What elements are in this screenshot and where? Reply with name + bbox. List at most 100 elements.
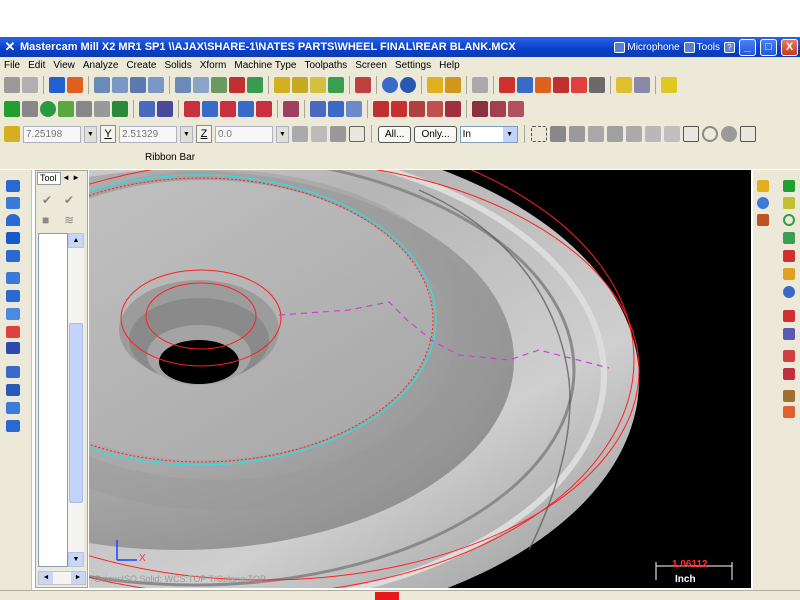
break-icon[interactable] xyxy=(310,101,326,117)
verify-icon[interactable] xyxy=(499,77,515,93)
hatch-icon[interactable] xyxy=(445,101,461,117)
z-dropdown-arrow[interactable]: ▼ xyxy=(276,125,289,143)
toolpath-icon[interactable] xyxy=(571,77,587,93)
measure-icon[interactable] xyxy=(783,390,795,402)
scroll-thumb[interactable] xyxy=(69,323,83,503)
check-icon[interactable]: ✔ xyxy=(42,193,56,207)
solid-select-icon[interactable] xyxy=(568,126,585,142)
menu-file[interactable]: File xyxy=(0,60,24,71)
scale-icon[interactable] xyxy=(238,101,254,117)
toggle-display-icon[interactable]: ≋ xyxy=(64,213,78,227)
translate-icon[interactable] xyxy=(184,101,200,117)
close-button[interactable]: X xyxy=(781,38,798,56)
copy-icon[interactable] xyxy=(783,368,795,380)
x-dropdown-arrow[interactable]: ▼ xyxy=(84,125,97,143)
arc-view-icon[interactable] xyxy=(6,214,20,226)
body-select-icon[interactable] xyxy=(606,126,623,142)
tab-scroll-arrows[interactable]: ◄ ► xyxy=(62,173,80,182)
pocket-icon[interactable] xyxy=(490,101,506,117)
move-up-icon[interactable] xyxy=(6,180,20,192)
backplot-icon[interactable] xyxy=(517,77,533,93)
menu-help[interactable]: Help xyxy=(435,60,464,71)
ops-horizontal-scrollbar[interactable]: ◄ ► xyxy=(38,571,86,585)
pencil-icon[interactable] xyxy=(783,197,795,209)
selection-mode-select[interactable]: In ▼ xyxy=(459,125,518,143)
note-icon[interactable] xyxy=(427,101,443,117)
lightbulb-icon[interactable] xyxy=(616,77,632,93)
flip-icon[interactable] xyxy=(6,402,20,414)
point-icon[interactable] xyxy=(49,77,65,93)
contour-icon[interactable] xyxy=(508,101,524,117)
solid-create-icon[interactable] xyxy=(139,101,155,117)
menu-analyze[interactable]: Analyze xyxy=(79,60,123,71)
solid-icon[interactable] xyxy=(274,77,290,93)
ribbon-help-icon[interactable] xyxy=(349,126,365,142)
standard-select-icon[interactable] xyxy=(682,126,699,142)
end-selection-icon[interactable] xyxy=(720,126,737,142)
y-dropdown-arrow[interactable]: ▼ xyxy=(180,125,193,143)
extrude-icon[interactable] xyxy=(6,290,20,302)
plus-create-icon[interactable] xyxy=(783,180,795,192)
scroll-right-icon[interactable]: ► xyxy=(71,572,85,584)
solid-shade-icon[interactable] xyxy=(292,77,308,93)
box-icon[interactable] xyxy=(6,342,20,354)
new-icon[interactable] xyxy=(67,77,83,93)
cylinder-icon[interactable] xyxy=(6,272,20,284)
select-all-button[interactable]: All... xyxy=(378,125,412,143)
grid-snap-icon[interactable] xyxy=(330,126,346,142)
point-create-icon[interactable] xyxy=(4,101,20,117)
menu-edit[interactable]: Edit xyxy=(24,60,49,71)
grid-plane-icon[interactable] xyxy=(757,214,769,226)
check-all-icon[interactable]: ✔ xyxy=(64,193,78,207)
menu-create[interactable]: Create xyxy=(122,60,160,71)
graphics-viewport[interactable]: X Gview:ISO Solid: WCS:TOP T/Cplane:TOP … xyxy=(89,170,751,588)
verify-select-icon[interactable] xyxy=(663,126,680,142)
down-arrow-icon[interactable] xyxy=(6,232,20,244)
color-swatch[interactable] xyxy=(375,592,399,600)
solid-wire-icon[interactable] xyxy=(310,77,326,93)
rotate-icon[interactable] xyxy=(220,101,236,117)
xform-icon[interactable] xyxy=(157,101,173,117)
grid-icon[interactable] xyxy=(373,101,389,117)
spline-icon[interactable] xyxy=(94,101,110,117)
tweak-icon[interactable] xyxy=(634,77,650,93)
menu-toolpaths[interactable]: Toolpaths xyxy=(300,60,351,71)
eraser-icon[interactable] xyxy=(6,326,20,338)
wireframe-icon[interactable] xyxy=(229,77,245,93)
gview-icon[interactable] xyxy=(355,77,371,93)
rotate-view-icon[interactable] xyxy=(6,197,20,209)
unzoom-icon[interactable] xyxy=(193,77,209,93)
open-folder-icon[interactable] xyxy=(757,180,769,192)
window-select-icon[interactable] xyxy=(530,126,547,142)
fillet-create-icon[interactable] xyxy=(783,232,795,244)
mirror-icon[interactable] xyxy=(202,101,218,117)
scroll-left-icon[interactable]: ◄ xyxy=(39,572,53,584)
zoom-icon[interactable] xyxy=(94,77,110,93)
menu-xform[interactable]: Xform xyxy=(196,60,231,71)
cube-icon[interactable] xyxy=(247,77,263,93)
line-icon[interactable] xyxy=(22,101,38,117)
grid-create-icon[interactable] xyxy=(783,250,795,262)
undo-icon[interactable] xyxy=(4,77,20,93)
x-coordinate-input[interactable]: 7.25198 xyxy=(23,125,81,143)
level-icon[interactable] xyxy=(661,77,677,93)
circle-icon[interactable] xyxy=(783,214,795,226)
trim-icon[interactable] xyxy=(283,101,299,117)
table-layout-icon[interactable] xyxy=(6,420,20,432)
fast-point-icon[interactable] xyxy=(292,126,308,142)
offset-icon[interactable] xyxy=(256,101,272,117)
delete-icon[interactable] xyxy=(472,77,488,93)
join-icon[interactable] xyxy=(328,101,344,117)
drill-icon[interactable] xyxy=(472,101,488,117)
globe-icon[interactable] xyxy=(757,197,769,209)
analyze-dist-icon[interactable] xyxy=(445,77,461,93)
cancel-select-icon[interactable] xyxy=(701,126,718,142)
menu-solids[interactable]: Solids xyxy=(160,60,195,71)
zoom-prev-icon[interactable] xyxy=(148,77,164,93)
help-button[interactable]: ? xyxy=(724,41,735,53)
menu-settings[interactable]: Settings xyxy=(391,60,435,71)
menu-view[interactable]: View xyxy=(49,60,79,71)
ops-vertical-scrollbar[interactable]: ▲ ▼ xyxy=(68,233,84,567)
edge-select-icon[interactable] xyxy=(625,126,642,142)
menu-screen[interactable]: Screen xyxy=(351,60,391,71)
